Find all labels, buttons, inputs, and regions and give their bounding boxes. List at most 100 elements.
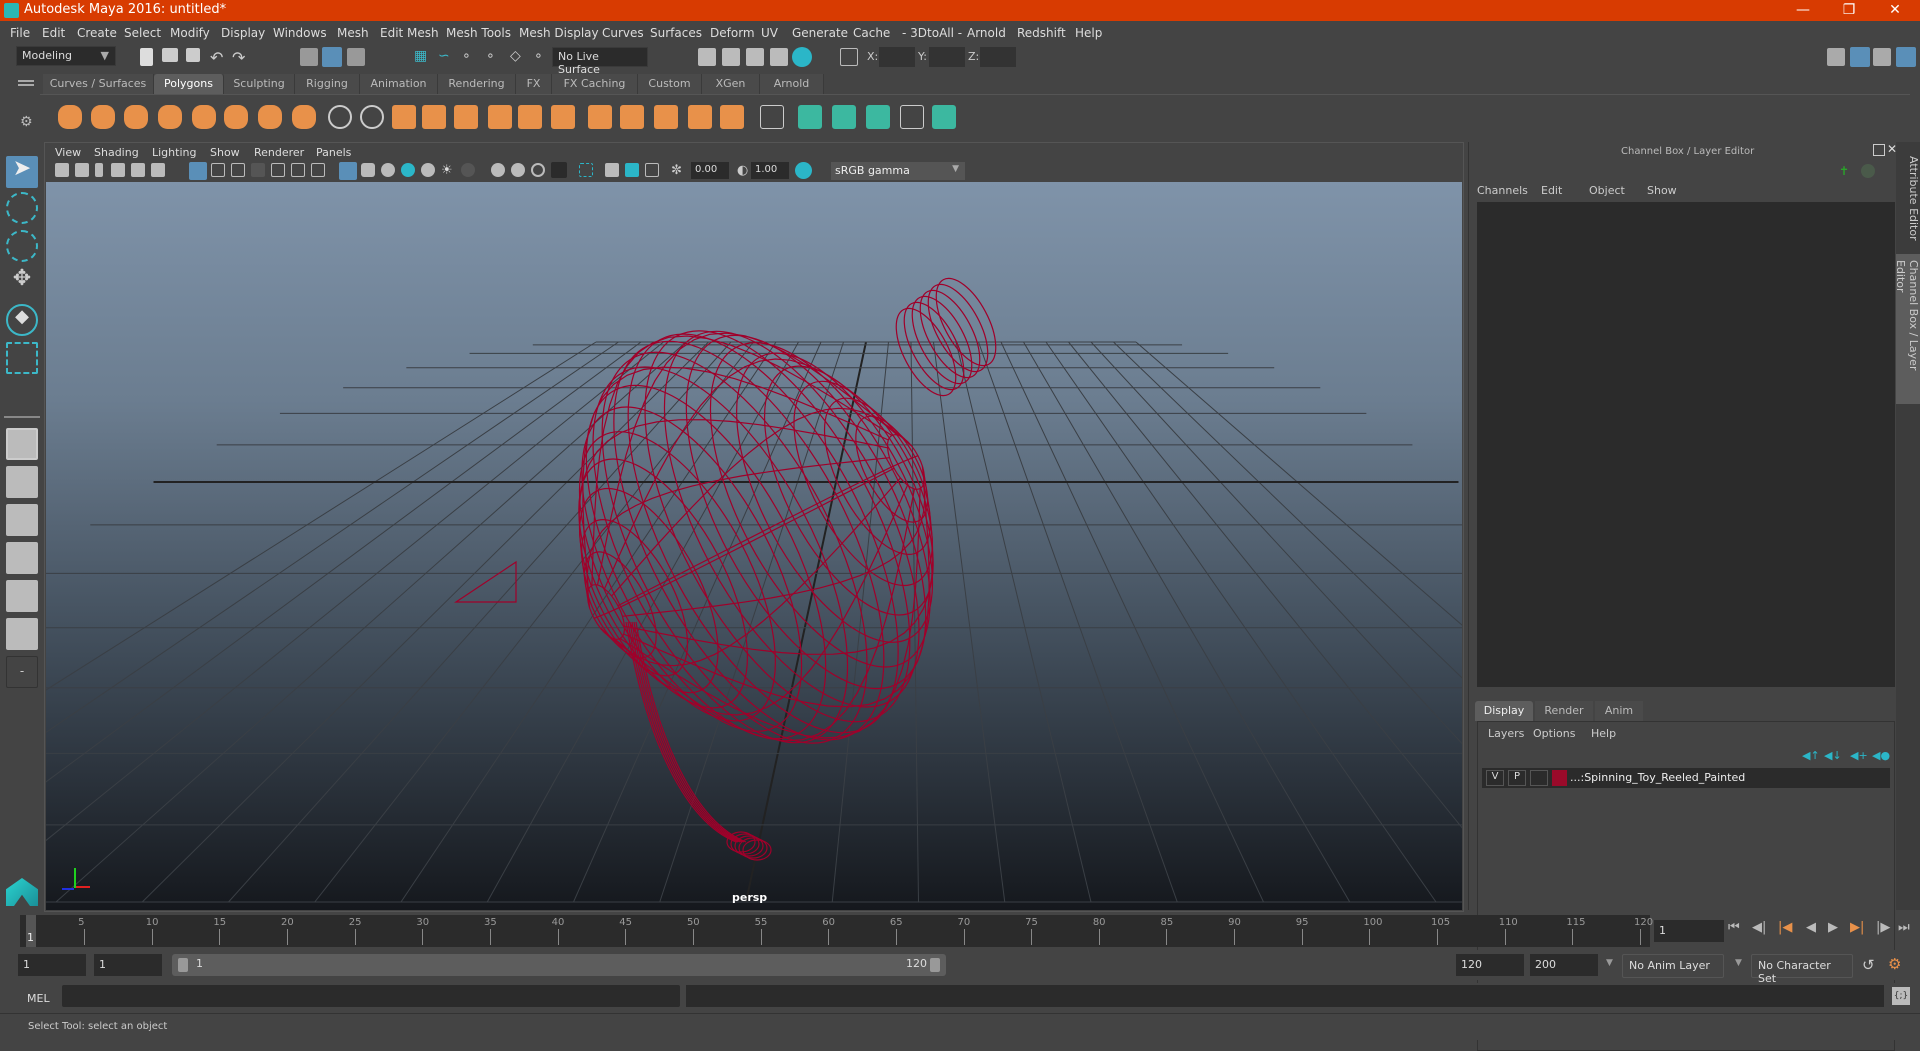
bevel-icon[interactable] [588, 105, 612, 129]
speed-icon[interactable] [1861, 164, 1875, 178]
append-to-polygon-icon[interactable] [832, 105, 856, 129]
fill-hole-icon[interactable] [518, 105, 542, 129]
character-set-menu-icon[interactable]: ▼ [1735, 958, 1742, 968]
safe-action-icon[interactable] [291, 163, 305, 177]
layer-color-swatch[interactable] [1552, 770, 1567, 786]
live-surface-field[interactable]: No Live Surface [552, 47, 648, 76]
field-chart-icon[interactable] [271, 163, 285, 177]
new-layer-selected-icon[interactable]: ◀● [1872, 749, 1890, 762]
wireframe-icon[interactable] [339, 162, 357, 180]
automatic-uv-icon[interactable] [932, 105, 956, 129]
render-view-icon[interactable] [698, 48, 716, 66]
hypershade-persp-layout-icon[interactable] [6, 580, 38, 612]
menu-edit[interactable]: Edit [42, 26, 65, 40]
layer-row[interactable]: V P ...:Spinning_Toy_Reeled_Painted [1482, 768, 1890, 788]
smooth-shade-icon[interactable] [361, 163, 375, 177]
pyramid-icon[interactable] [258, 105, 282, 129]
resolution-gate-icon[interactable] [231, 163, 245, 177]
command-language-label[interactable]: MEL [27, 992, 50, 1005]
layer-tab-anim[interactable]: Anim [1595, 701, 1643, 721]
menu-help[interactable]: Help [1075, 26, 1102, 40]
torus-icon[interactable] [224, 105, 248, 129]
auto-key-icon[interactable]: ↺ [1862, 956, 1875, 974]
scale-tool-icon[interactable] [6, 342, 38, 374]
modeling-toolkit-icon[interactable] [1827, 48, 1845, 66]
shelf-menu-icon[interactable] [18, 80, 34, 86]
persp-graph-layout-icon[interactable] [6, 542, 38, 574]
camera-attributes-icon[interactable] [75, 163, 89, 177]
menu-curves[interactable]: Curves [602, 26, 644, 40]
layer-menu-options[interactable]: Options [1533, 727, 1575, 740]
pipe-icon[interactable] [292, 105, 316, 129]
menu-cache[interactable]: Cache [853, 26, 890, 40]
snap-view-plane-icon[interactable]: ∘ [486, 48, 504, 66]
smooth-icon[interactable] [422, 105, 446, 129]
play-forwards-icon[interactable]: ▶ [1828, 920, 1838, 935]
xray-active-icon[interactable] [625, 163, 639, 177]
use-all-lights-icon[interactable] [421, 163, 435, 177]
side-tab-attribute-editor[interactable]: Attribute Editor [1896, 150, 1920, 250]
2d-pan-zoom-icon[interactable] [131, 163, 145, 177]
menu-windows[interactable]: Windows [273, 26, 327, 40]
snap-point-icon[interactable]: ∘ [462, 48, 480, 66]
menu-file[interactable]: File [10, 26, 30, 40]
shelf-tab-fx-caching[interactable]: FX Caching [552, 74, 638, 94]
hud-icon[interactable] [645, 163, 659, 177]
side-tab-channel-box[interactable]: Channel Box / Layer Editor [1894, 254, 1920, 404]
merge-icon[interactable] [688, 105, 712, 129]
attribute-editor-toggle-icon[interactable] [1850, 47, 1870, 67]
x-field[interactable] [879, 47, 915, 67]
play-backwards-icon[interactable]: ◀ [1806, 920, 1816, 935]
offset-edge-loop-icon[interactable] [798, 105, 822, 129]
command-input[interactable] [62, 985, 680, 1007]
select-by-component-icon[interactable] [347, 48, 365, 66]
isolate-select-icon[interactable] [579, 163, 593, 177]
select-by-hierarchy-icon[interactable] [300, 48, 318, 66]
playback-start-field[interactable]: 1 [94, 954, 162, 976]
menu-uv[interactable]: UV [761, 26, 778, 40]
shelf-tab-sculpting[interactable]: Sculpting [224, 74, 295, 94]
panel-menu-panels[interactable]: Panels [316, 146, 351, 159]
channel-menu-edit[interactable]: Edit [1541, 184, 1562, 197]
menu-select[interactable]: Select [124, 26, 161, 40]
grease-pencil-icon[interactable] [151, 163, 165, 177]
depth-of-field-icon[interactable] [531, 163, 545, 177]
bridge-icon[interactable] [620, 105, 644, 129]
separate-icon[interactable] [360, 105, 384, 129]
bookmarks-icon[interactable] [95, 163, 103, 177]
menu-deform[interactable]: Deform [710, 26, 755, 40]
booleans-icon[interactable] [454, 105, 478, 129]
shelf-tab-custom[interactable]: Custom [638, 74, 702, 94]
color-management-toggle-icon[interactable] [795, 162, 812, 179]
current-frame-field[interactable]: 1 [1654, 920, 1724, 942]
menu-create[interactable]: Create [77, 26, 117, 40]
sphere-icon[interactable] [58, 105, 82, 129]
grid-toggle-icon[interactable] [189, 162, 207, 180]
close-icon[interactable]: ✕ [1872, 0, 1918, 21]
playback-end-field[interactable]: 120 [1456, 954, 1524, 976]
layer-visibility-toggle[interactable]: V [1486, 770, 1504, 786]
screen-space-ao-icon[interactable] [461, 163, 475, 177]
multisample-aa-icon[interactable] [511, 163, 525, 177]
layer-tab-display[interactable]: Display [1475, 701, 1533, 721]
perspective-viewport[interactable]: persp [46, 182, 1462, 910]
menu-mesh[interactable]: Mesh [337, 26, 369, 40]
render-current-frame-icon[interactable] [722, 48, 740, 66]
layer-menu-help[interactable]: Help [1591, 727, 1616, 740]
shelf-tab-arnold[interactable]: Arnold [760, 74, 824, 94]
panel-menu-show[interactable]: Show [210, 146, 240, 159]
menu-modify[interactable]: Modify [170, 26, 210, 40]
minimize-icon[interactable]: — [1780, 0, 1826, 21]
cube-icon[interactable] [91, 105, 115, 129]
new-scene-icon[interactable] [140, 48, 153, 66]
script-editor-icon[interactable]: {;} [1892, 987, 1910, 1005]
shelf-tab-animation[interactable]: Animation [360, 74, 438, 94]
menu-edit-mesh[interactable]: Edit Mesh [380, 26, 439, 40]
range-slider[interactable]: 1 120 [172, 954, 946, 976]
z-field[interactable] [980, 47, 1016, 67]
panel-menu-shading[interactable]: Shading [94, 146, 139, 159]
layer-menu-layers[interactable]: Layers [1488, 727, 1524, 740]
menu-3dtoall[interactable]: - 3DtoAll - [902, 26, 962, 40]
xray-joints-icon[interactable] [605, 163, 619, 177]
shelf-tab-rigging[interactable]: Rigging [295, 74, 360, 94]
